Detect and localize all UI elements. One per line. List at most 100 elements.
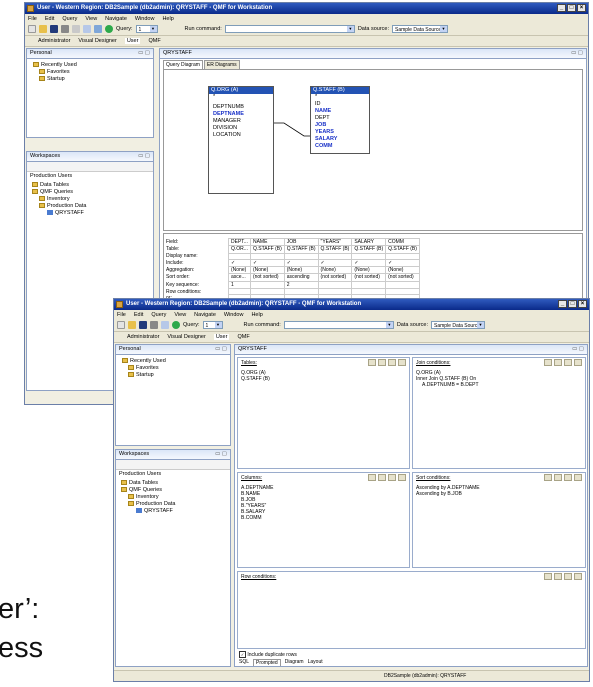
grid-cell[interactable]: Q.STAFF (B) <box>317 245 353 254</box>
grid-cell[interactable]: ✓ <box>317 258 353 268</box>
save-icon[interactable] <box>139 321 147 329</box>
add-icon[interactable] <box>368 359 376 366</box>
maximize-button[interactable]: □ <box>568 300 577 308</box>
menu-view[interactable]: View <box>174 312 186 318</box>
personal-tab[interactable]: Personal ▭ ▢ <box>116 345 230 355</box>
menu-navigate[interactable]: Navigate <box>105 16 127 22</box>
add-icon[interactable] <box>544 474 552 481</box>
query-select[interactable]: 1 ▼ <box>135 25 158 33</box>
grid-cell[interactable]: (not sorted) <box>351 273 387 282</box>
menu-file[interactable]: File <box>117 312 126 318</box>
tree-item-favorites[interactable]: Favorites <box>39 69 70 76</box>
grid-cell[interactable] <box>317 280 353 290</box>
menu-help[interactable]: Help <box>251 312 262 318</box>
grid-cell[interactable]: ascending <box>283 273 319 282</box>
tree-item-inventory[interactable]: Inventory <box>128 494 159 501</box>
new-icon[interactable] <box>117 321 125 329</box>
add-icon[interactable] <box>544 359 552 366</box>
run-icon[interactable] <box>105 25 113 33</box>
open-icon[interactable] <box>39 25 47 33</box>
grid-cell[interactable]: Q.STAFF (B) <box>249 245 285 254</box>
up-icon[interactable] <box>574 573 582 580</box>
perspective-administrator[interactable]: Administrator <box>127 334 159 340</box>
tree-item-data-tables[interactable]: Data Tables <box>32 182 69 189</box>
menu-view[interactable]: View <box>85 16 97 22</box>
tab-prompted[interactable]: Prompted <box>253 659 281 666</box>
open-icon[interactable] <box>128 321 136 329</box>
run-command-input[interactable]: ▼ <box>283 321 394 329</box>
tree-item-recently-used[interactable]: Recently Used <box>33 62 77 69</box>
delete-icon[interactable] <box>388 359 396 366</box>
tree-item-favorites[interactable]: Favorites <box>128 365 159 372</box>
delete-icon[interactable] <box>564 474 572 481</box>
perspective-qmf[interactable]: QMF <box>148 38 160 44</box>
maximize-button[interactable]: □ <box>567 4 576 12</box>
grid-cell[interactable]: (None) <box>317 266 353 275</box>
grid-cell[interactable]: Q.STAFF (B) <box>283 245 319 254</box>
data-source-select[interactable]: Sample Data Source ▼ <box>392 25 448 33</box>
menu-window[interactable]: Window <box>224 312 244 318</box>
cut-icon[interactable] <box>72 25 80 33</box>
close-button[interactable]: × <box>578 300 587 308</box>
edit-icon[interactable] <box>378 359 386 366</box>
delete-icon[interactable] <box>564 573 572 580</box>
grid-cell[interactable]: (None) <box>228 266 251 275</box>
tree-item-inventory[interactable]: Inventory <box>39 196 70 203</box>
grid-cell[interactable]: ✓ <box>283 258 319 268</box>
grid-cell[interactable]: ✓ <box>351 258 387 268</box>
menu-edit[interactable]: Edit <box>134 312 143 318</box>
up-icon[interactable] <box>574 359 582 366</box>
up-icon[interactable] <box>398 474 406 481</box>
personal-tab[interactable]: Personal ▭ ▢ <box>27 49 153 59</box>
workspaces-tab[interactable]: Workspaces ▭ ▢ <box>27 152 153 162</box>
subtab-er-diagrams[interactable]: ER Diagrams <box>203 60 240 69</box>
edit-icon[interactable] <box>378 474 386 481</box>
include-duplicates-checkbox[interactable]: ✓ <box>239 651 246 658</box>
delete-icon[interactable] <box>564 359 572 366</box>
staff-col-years[interactable]: YEARS <box>311 129 369 136</box>
tree-item-startup[interactable]: Startup <box>39 76 65 83</box>
grid-cell[interactable]: (None) <box>351 266 387 275</box>
grid-cell[interactable]: 2 <box>283 280 319 290</box>
grid-cell[interactable] <box>385 280 420 290</box>
grid-cell[interactable]: NAME <box>249 237 285 247</box>
grid-cell[interactable] <box>249 280 285 290</box>
minimize-button[interactable]: _ <box>557 4 566 12</box>
grid-cell[interactable]: asce... <box>228 273 251 282</box>
grid-cell[interactable]: DEPT... <box>228 237 251 247</box>
print-icon[interactable] <box>61 25 69 33</box>
grid-cell[interactable]: 1 <box>228 280 251 290</box>
up-icon[interactable] <box>398 359 406 366</box>
staff-col-comm[interactable]: COMM <box>311 143 369 150</box>
tree-item-qmf-queries[interactable]: QMF Queries <box>121 487 162 494</box>
tree-item-production-data[interactable]: Production Data <box>128 501 175 508</box>
tree-item-qrystaff[interactable]: QRYSTAFF <box>47 210 84 217</box>
menu-navigate[interactable]: Navigate <box>194 312 216 318</box>
grid-cell[interactable]: (not sorted) <box>385 273 420 282</box>
grid-cell[interactable]: ✓ <box>249 258 285 268</box>
menu-file[interactable]: File <box>28 16 37 22</box>
perspective-user[interactable]: User <box>124 38 141 44</box>
tree-item-data-tables[interactable]: Data Tables <box>121 480 158 487</box>
tree-item-production-data[interactable]: Production Data <box>39 203 86 210</box>
grid-cell[interactable]: Q.STAFF (B) <box>385 245 420 254</box>
table-box-staff[interactable]: Q.STAFF (B) * ID NAME DEPT JOB YEARS SAL… <box>310 86 370 154</box>
edit-icon[interactable] <box>554 359 562 366</box>
menu-help[interactable]: Help <box>162 16 173 22</box>
grid-cell[interactable]: (not sorted) <box>249 273 285 282</box>
tab-sql[interactable]: SQL <box>239 659 249 666</box>
copy-icon[interactable] <box>161 321 169 329</box>
staff-col-star[interactable]: * <box>311 94 369 101</box>
run-icon[interactable] <box>172 321 180 329</box>
delete-icon[interactable] <box>388 474 396 481</box>
tree-item-recently-used[interactable]: Recently Used <box>122 358 166 365</box>
menu-edit[interactable]: Edit <box>45 16 54 22</box>
staff-col-dept[interactable]: DEPT <box>311 115 369 122</box>
tab-layout[interactable]: Layout <box>308 659 323 666</box>
data-source-select[interactable]: Sample Data Source ▼ <box>431 321 485 329</box>
perspective-visual-designer[interactable]: Visual Designer <box>78 38 116 44</box>
tab-diagram[interactable]: Diagram <box>285 659 304 666</box>
grid-cell[interactable] <box>351 280 387 290</box>
menu-window[interactable]: Window <box>135 16 155 22</box>
up-icon[interactable] <box>574 474 582 481</box>
